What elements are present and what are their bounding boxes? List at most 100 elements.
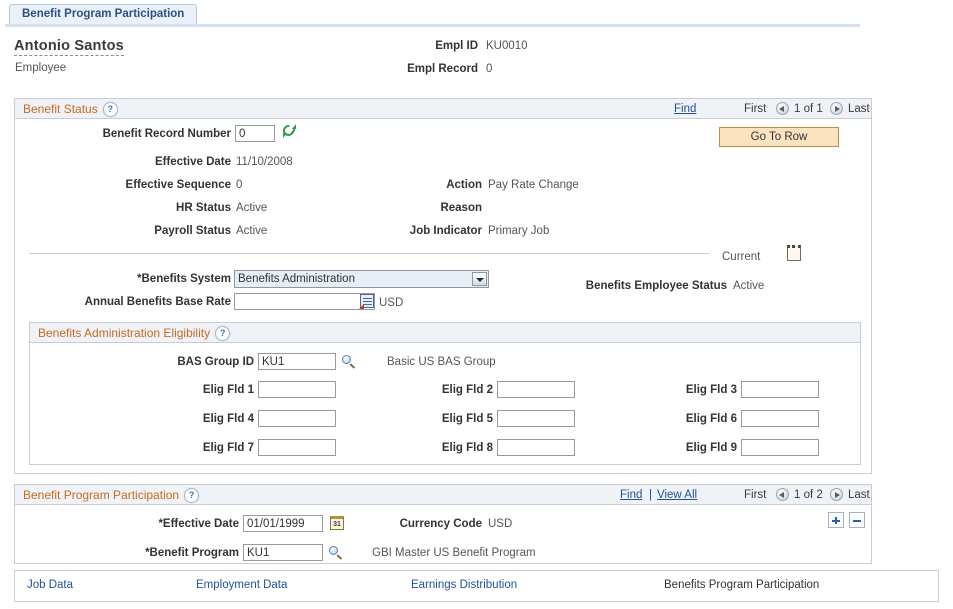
benefit-program-lookup-icon[interactable] (329, 546, 343, 560)
hr-status-value: Active (236, 202, 267, 214)
notepad-icon[interactable] (787, 245, 801, 261)
participation-view-all-link[interactable]: View All (657, 489, 697, 501)
elig-fld-9-label: Elig Fld 9 (570, 442, 737, 454)
benefit-status-header (15, 99, 871, 119)
page-links-bar: Job Data Employment Data Earnings Distri… (14, 570, 939, 602)
link-employment-data[interactable]: Employment Data (196, 579, 287, 591)
participation-next-button[interactable] (830, 488, 843, 501)
benefit-program-description: GBI Master US Benefit Program (372, 547, 536, 559)
benefit-status-prev-button[interactable] (776, 102, 789, 115)
elig-fld-2-label: Elig Fld 2 (330, 384, 493, 396)
benefit-program-label: *Benefit Program (95, 547, 239, 559)
refresh-icon[interactable] (283, 124, 297, 138)
help-icon[interactable]: ? (103, 102, 118, 117)
benefits-employee-status-label: Benefits Employee Status (555, 280, 727, 292)
link-earnings-distribution[interactable]: Earnings Distribution (411, 579, 517, 591)
elig-fld-4-input[interactable] (258, 410, 336, 427)
section-divider (29, 253, 709, 254)
employee-name: Antonio Santos (14, 38, 124, 56)
bas-group-id-input[interactable] (258, 353, 336, 370)
participation-find-link[interactable]: Find (620, 489, 642, 501)
link-benefits-program-participation[interactable]: Benefits Program Participation (664, 579, 819, 591)
annual-base-rate-currency: USD (379, 297, 403, 309)
elig-fld-5-input[interactable] (497, 410, 575, 427)
current-label: Current (722, 251, 760, 263)
elig-fld-6-input[interactable] (741, 410, 819, 427)
effective-date-label: Effective Date (75, 156, 231, 168)
empl-id-label: Empl ID (360, 40, 478, 52)
benefit-program-participation-panel: Benefit Program Participation? Find | Vi… (14, 484, 872, 564)
benefit-status-next-button[interactable] (830, 102, 843, 115)
bas-group-description: Basic US BAS Group (387, 356, 496, 368)
elig-fld-9-input[interactable] (741, 439, 819, 456)
elig-fld-2-input[interactable] (497, 381, 575, 398)
participation-effective-date-label: *Effective Date (95, 518, 239, 530)
bas-group-id-lookup-icon[interactable] (342, 355, 356, 369)
employee-role: Employee (15, 62, 66, 74)
elig-fld-6-label: Elig Fld 6 (570, 413, 737, 425)
benefit-status-first-label[interactable]: First (744, 103, 766, 115)
benefits-system-label: *Benefits System (75, 273, 231, 285)
empl-record-value: 0 (486, 63, 492, 75)
annual-base-rate-label: Annual Benefits Base Rate (63, 296, 231, 308)
eligibility-title: Benefits Administration Eligibility? (38, 326, 230, 341)
participation-first-label[interactable]: First (744, 489, 766, 501)
annual-base-rate-input[interactable] (234, 293, 375, 310)
currency-prompt-icon[interactable] (360, 294, 374, 308)
reason-label: Reason (345, 202, 482, 214)
participation-effective-date-input[interactable] (243, 515, 323, 532)
benefits-system-select[interactable]: Benefits Administration (234, 270, 489, 288)
delete-row-button[interactable] (849, 512, 865, 528)
eligibility-title-text: Benefits Administration Eligibility (38, 326, 210, 340)
calendar-icon[interactable]: 31 (330, 516, 344, 530)
job-indicator-value: Primary Job (488, 225, 549, 237)
benefit-status-last-label[interactable]: Last (848, 103, 870, 115)
tab-strip-underline (5, 24, 860, 27)
action-label: Action (345, 179, 482, 191)
elig-fld-1-input[interactable] (258, 381, 336, 398)
eligibility-panel: Benefits Administration Eligibility? BAS… (29, 322, 861, 465)
benefits-employee-status-value: Active (733, 280, 764, 292)
effective-sequence-label: Effective Sequence (75, 179, 231, 191)
benefits-system-value: Benefits Administration (238, 273, 355, 285)
currency-code-value: USD (488, 518, 512, 530)
participation-title: Benefit Program Participation? (23, 488, 199, 503)
benefit-status-find-link[interactable]: Find (674, 103, 696, 115)
hr-status-label: HR Status (75, 202, 231, 214)
benefit-record-number-input[interactable] (235, 125, 275, 142)
participation-nav-separator: | (649, 489, 652, 501)
benefit-program-input[interactable] (243, 544, 323, 561)
elig-fld-3-label: Elig Fld 3 (570, 384, 737, 396)
benefit-record-number-label: Benefit Record Number (75, 128, 231, 140)
participation-prev-button[interactable] (776, 488, 789, 501)
job-indicator-label: Job Indicator (345, 225, 482, 237)
go-to-row-button[interactable]: Go To Row (719, 127, 839, 147)
action-value: Pay Rate Change (488, 179, 579, 191)
effective-date-value: 11/10/2008 (236, 156, 293, 168)
payroll-status-label: Payroll Status (75, 225, 231, 237)
participation-last-label[interactable]: Last (848, 489, 870, 501)
chevron-down-icon[interactable] (472, 272, 487, 286)
help-icon[interactable]: ? (184, 488, 199, 503)
benefit-status-title-text: Benefit Status (23, 102, 98, 116)
bas-group-id-label: BAS Group ID (70, 356, 254, 368)
elig-fld-8-input[interactable] (497, 439, 575, 456)
participation-row-counter: 1 of 2 (794, 489, 823, 501)
elig-fld-5-label: Elig Fld 5 (330, 413, 493, 425)
elig-fld-8-label: Elig Fld 8 (330, 442, 493, 454)
elig-fld-1-label: Elig Fld 1 (128, 384, 254, 396)
benefit-status-title: Benefit Status? (23, 102, 118, 117)
help-icon[interactable]: ? (215, 326, 230, 341)
currency-code-label: Currency Code (345, 518, 482, 530)
link-job-data[interactable]: Job Data (27, 579, 73, 591)
page-root: Benefit Program Participation Antonio Sa… (0, 0, 953, 609)
effective-sequence-value: 0 (236, 179, 242, 191)
elig-fld-7-label: Elig Fld 7 (128, 442, 254, 454)
elig-fld-7-input[interactable] (258, 439, 336, 456)
benefit-status-row-counter: 1 of 1 (794, 103, 823, 115)
tab-benefit-program-participation[interactable]: Benefit Program Participation (9, 4, 197, 24)
add-row-button[interactable] (828, 512, 844, 528)
elig-fld-4-label: Elig Fld 4 (128, 413, 254, 425)
payroll-status-value: Active (236, 225, 267, 237)
elig-fld-3-input[interactable] (741, 381, 819, 398)
